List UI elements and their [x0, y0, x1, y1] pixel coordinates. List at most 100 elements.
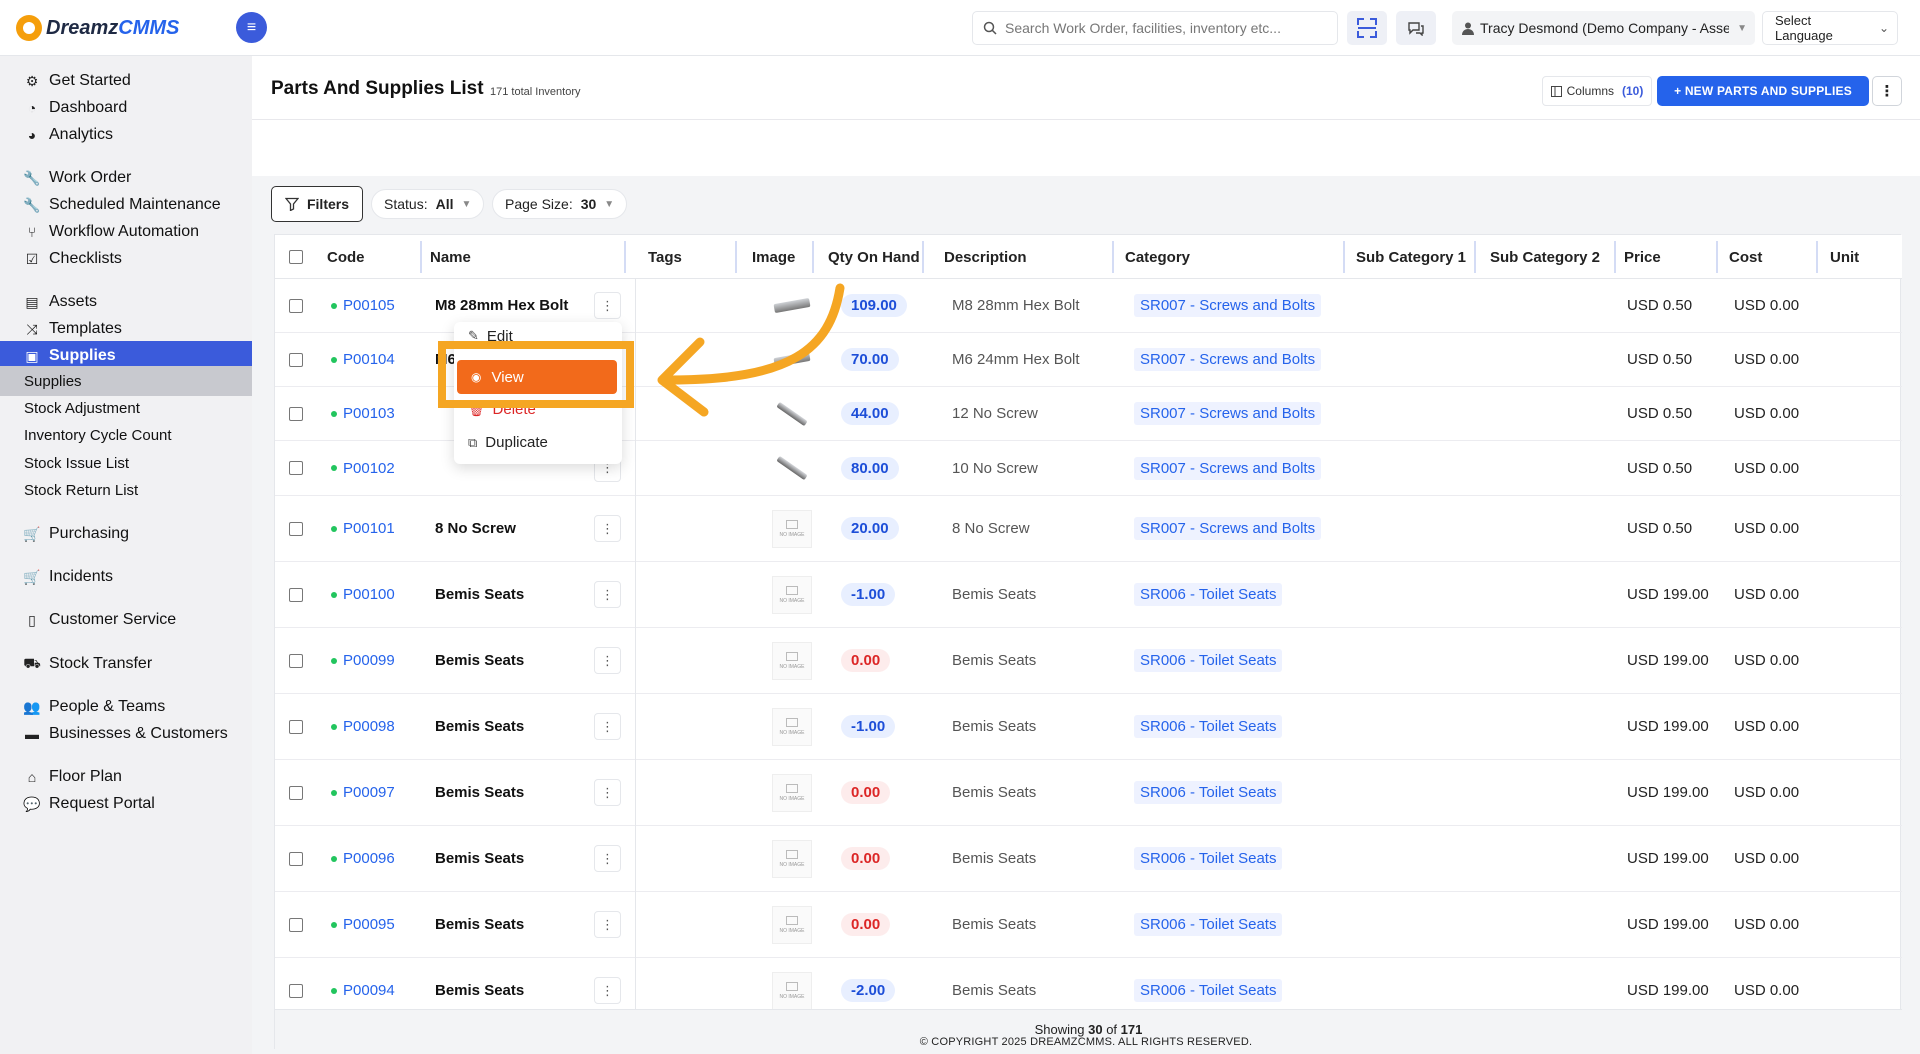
- row-checkbox[interactable]: [289, 521, 303, 536]
- column-header-category[interactable]: Category: [1125, 235, 1190, 279]
- category-tag[interactable]: SR006 - Toilet Seats: [1134, 979, 1283, 1002]
- table-row[interactable]: P00097 Bemis Seats ⋮ NO IMAGE 0.00 Bemis Seat…: [275, 760, 1902, 826]
- part-code-link[interactable]: P00096: [343, 850, 395, 867]
- row-checkbox[interactable]: [289, 917, 303, 932]
- part-code-link[interactable]: P00101: [343, 520, 395, 537]
- column-resizer[interactable]: [1474, 241, 1476, 273]
- sidebar-item-purchasing[interactable]: 🛒 Purchasing: [0, 519, 252, 549]
- sidebar-item-floor-plan[interactable]: ⌂ Floor Plan: [0, 762, 252, 792]
- sidebar-item-analytics[interactable]: ◕ Analytics: [0, 120, 252, 150]
- sidebar-item-work-order[interactable]: 🔧 Work Order: [0, 163, 252, 193]
- category-tag[interactable]: SR007 - Screws and Bolts: [1134, 294, 1322, 317]
- filters-button[interactable]: Filters: [271, 186, 363, 222]
- category-tag[interactable]: SR006 - Toilet Seats: [1134, 781, 1283, 804]
- row-actions-button[interactable]: ⋮: [594, 977, 621, 1004]
- sidebar-item-businesses-customers[interactable]: ▬ Businesses & Customers: [0, 719, 252, 749]
- part-code-link[interactable]: P00098: [343, 718, 395, 735]
- column-resizer[interactable]: [1816, 241, 1818, 273]
- new-parts-button[interactable]: + NEW PARTS AND SUPPLIES: [1657, 76, 1869, 106]
- scan-button[interactable]: [1347, 11, 1387, 45]
- column-header-name[interactable]: Name: [430, 235, 471, 279]
- column-header-sub-category-1[interactable]: Sub Category 1: [1356, 235, 1466, 279]
- row-actions-button[interactable]: ⋮: [594, 845, 621, 872]
- columns-button[interactable]: Columns (10): [1542, 76, 1652, 106]
- column-resizer[interactable]: [1716, 241, 1718, 273]
- column-header-qty-on-hand[interactable]: Qty On Hand: [828, 235, 920, 279]
- column-resizer[interactable]: [624, 241, 626, 273]
- row-checkbox[interactable]: [289, 461, 303, 475]
- part-code-link[interactable]: P00094: [343, 982, 395, 999]
- row-checkbox[interactable]: [289, 983, 303, 998]
- column-resizer[interactable]: [1614, 241, 1616, 273]
- sidebar-item-incidents[interactable]: 🛒 Incidents: [0, 562, 252, 592]
- part-code-link[interactable]: P00103: [343, 405, 395, 422]
- row-actions-button[interactable]: ⋮: [594, 647, 621, 674]
- column-header-tags[interactable]: Tags: [648, 235, 682, 279]
- part-code-link[interactable]: P00095: [343, 916, 395, 933]
- part-code-link[interactable]: P00104: [343, 351, 395, 368]
- column-resizer[interactable]: [420, 241, 422, 273]
- sidebar-item-checklists[interactable]: ☑ Checklists: [0, 244, 252, 274]
- category-tag[interactable]: SR007 - Screws and Bolts: [1134, 456, 1322, 480]
- search-input[interactable]: [1005, 20, 1325, 36]
- sidebar-subitem-stock-return-list[interactable]: Stock Return List: [0, 475, 252, 505]
- column-header-code[interactable]: Code: [327, 235, 365, 279]
- part-code-link[interactable]: P00099: [343, 652, 395, 669]
- part-code-link[interactable]: P00105: [343, 297, 395, 314]
- column-header-cost[interactable]: Cost: [1729, 235, 1762, 279]
- sidebar-subitem-stock-issue-list[interactable]: Stock Issue List: [0, 448, 252, 478]
- row-checkbox[interactable]: [289, 851, 303, 866]
- column-header-description[interactable]: Description: [944, 235, 1027, 279]
- row-checkbox[interactable]: [289, 785, 303, 800]
- menu-item-duplicate[interactable]: ⧉ Duplicate: [468, 434, 548, 451]
- category-tag[interactable]: SR006 - Toilet Seats: [1134, 715, 1283, 738]
- table-row[interactable]: P00100 Bemis Seats ⋮ NO IMAGE -1.00 Bemis Sea…: [275, 562, 1902, 628]
- sidebar-subitem-stock-adjustment[interactable]: Stock Adjustment: [0, 393, 252, 423]
- sidebar-item-people-teams[interactable]: 👥 People & Teams: [0, 692, 252, 722]
- category-tag[interactable]: SR007 - Screws and Bolts: [1134, 517, 1322, 540]
- part-code-link[interactable]: P00100: [343, 586, 395, 603]
- column-resizer[interactable]: [922, 241, 924, 273]
- sidebar-item-templates[interactable]: ⤨ Templates: [0, 314, 252, 344]
- category-tag[interactable]: SR007 - Screws and Bolts: [1134, 402, 1322, 425]
- table-row[interactable]: P00098 Bemis Seats ⋮ NO IMAGE -1.00 Bemis Sea…: [275, 694, 1902, 760]
- column-resizer[interactable]: [812, 241, 814, 273]
- row-actions-button[interactable]: ⋮: [594, 911, 621, 938]
- table-row[interactable]: P00095 Bemis Seats ⋮ NO IMAGE 0.00 Bemis Seat…: [275, 892, 1902, 958]
- column-header-price[interactable]: Price: [1624, 235, 1661, 279]
- row-checkbox[interactable]: [289, 653, 303, 668]
- sidebar-item-assets[interactable]: ▤ Assets: [0, 287, 252, 317]
- menu-item-delete[interactable]: 🗑 Delete: [468, 408, 536, 418]
- more-options-button[interactable]: ⋮: [1872, 76, 1902, 106]
- row-actions-button[interactable]: ⋮: [594, 779, 621, 806]
- row-actions-button[interactable]: ⋮: [594, 713, 621, 740]
- sidebar-item-request-portal[interactable]: 💬 Request Portal: [0, 789, 252, 819]
- row-checkbox[interactable]: [289, 719, 303, 734]
- category-tag[interactable]: SR006 - Toilet Seats: [1134, 583, 1283, 606]
- column-resizer[interactable]: [735, 241, 737, 273]
- sidebar-item-stock-transfer[interactable]: ⛟ Stock Transfer: [0, 649, 252, 679]
- status-filter[interactable]: Status: All ▼: [371, 189, 485, 219]
- row-actions-button[interactable]: ⋮: [594, 581, 621, 608]
- hamburger-menu-button[interactable]: ≡: [236, 12, 267, 43]
- row-checkbox[interactable]: [289, 406, 303, 421]
- table-row[interactable]: P00101 8 No Screw ⋮ NO IMAGE 20.00 8 No Screw…: [275, 496, 1902, 562]
- category-tag[interactable]: SR007 - Screws and Bolts: [1134, 348, 1322, 371]
- row-checkbox[interactable]: [289, 298, 303, 313]
- part-code-link[interactable]: P00102: [343, 460, 395, 477]
- column-header-unit[interactable]: Unit: [1830, 235, 1859, 279]
- column-header-image[interactable]: Image: [752, 235, 795, 279]
- category-tag[interactable]: SR006 - Toilet Seats: [1134, 847, 1283, 870]
- sidebar-item-scheduled-maintenance[interactable]: 🔧 Scheduled Maintenance: [0, 190, 252, 220]
- page-size-filter[interactable]: Page Size: 30 ▼: [492, 189, 628, 219]
- sidebar-item-customer-service[interactable]: ▯ Customer Service: [0, 605, 252, 635]
- row-actions-button[interactable]: ⋮: [594, 515, 621, 542]
- row-actions-button[interactable]: ⋮: [594, 292, 621, 319]
- column-header-sub-category-2[interactable]: Sub Category 2: [1490, 235, 1600, 279]
- sidebar-item-workflow-automation[interactable]: ⑂ Workflow Automation: [0, 217, 252, 247]
- category-tag[interactable]: SR006 - Toilet Seats: [1134, 913, 1283, 936]
- select-all-checkbox[interactable]: [289, 250, 303, 264]
- sidebar-item-dashboard[interactable]: ◔ Dashboard: [0, 93, 252, 123]
- language-select[interactable]: Select Language ⌄: [1762, 11, 1898, 45]
- row-checkbox[interactable]: [289, 352, 303, 367]
